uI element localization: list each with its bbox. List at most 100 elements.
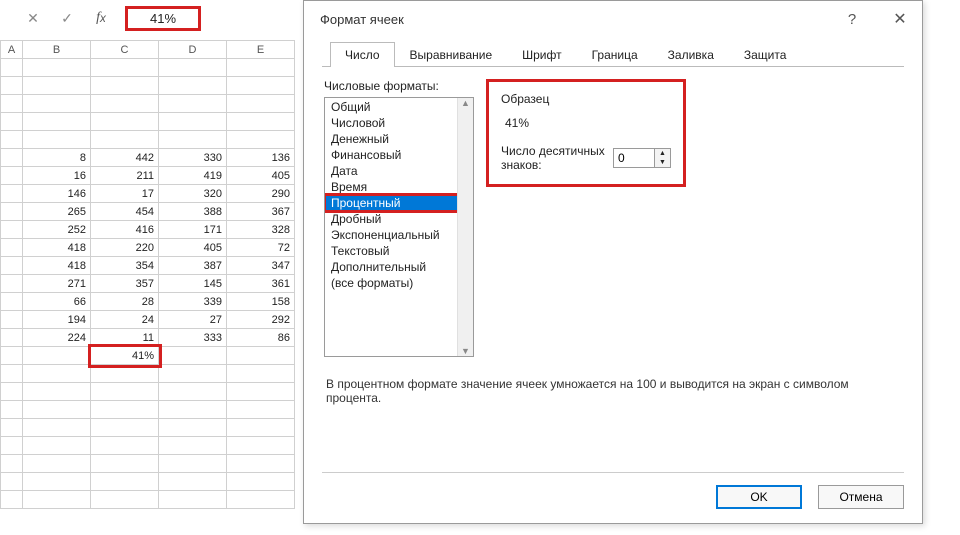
format-option[interactable]: Дробный [325, 211, 473, 227]
cell[interactable] [23, 113, 91, 131]
tab-заливка[interactable]: Заливка [653, 42, 729, 67]
cell[interactable] [1, 239, 23, 257]
cell[interactable] [91, 77, 159, 95]
cell[interactable] [227, 59, 295, 77]
cell[interactable]: 320 [159, 185, 227, 203]
cell[interactable] [23, 437, 91, 455]
cell[interactable]: 416 [91, 221, 159, 239]
cell[interactable] [91, 113, 159, 131]
cell[interactable] [1, 95, 23, 113]
cell[interactable]: 418 [23, 257, 91, 275]
number-formats-listbox[interactable]: ОбщийЧисловойДенежныйФинансовыйДатаВремя… [324, 97, 474, 357]
cell[interactable]: 357 [91, 275, 159, 293]
cell[interactable]: 8 [23, 149, 91, 167]
cell[interactable] [23, 383, 91, 401]
format-option[interactable]: Денежный [325, 131, 473, 147]
cell[interactable]: 145 [159, 275, 227, 293]
cell[interactable]: 41% [91, 347, 159, 365]
cell[interactable] [1, 149, 23, 167]
cell[interactable] [23, 131, 91, 149]
cell[interactable] [227, 437, 295, 455]
cell[interactable] [91, 401, 159, 419]
cell[interactable] [159, 491, 227, 509]
cell[interactable]: 16 [23, 167, 91, 185]
cancel-button[interactable]: Отмена [818, 485, 904, 509]
cell[interactable] [1, 401, 23, 419]
cell[interactable]: 28 [91, 293, 159, 311]
format-option[interactable]: Экспоненциальный [325, 227, 473, 243]
cell[interactable]: 220 [91, 239, 159, 257]
cell[interactable] [91, 383, 159, 401]
cell[interactable]: 367 [227, 203, 295, 221]
cell[interactable]: 419 [159, 167, 227, 185]
cell[interactable] [1, 437, 23, 455]
format-option[interactable]: (все форматы) [325, 275, 473, 291]
cell[interactable] [159, 455, 227, 473]
cell[interactable]: 171 [159, 221, 227, 239]
cell[interactable] [23, 77, 91, 95]
cell[interactable]: 333 [159, 329, 227, 347]
cell[interactable]: 86 [227, 329, 295, 347]
cell[interactable]: 388 [159, 203, 227, 221]
cell[interactable] [227, 77, 295, 95]
column-header[interactable]: D [159, 41, 227, 59]
cell[interactable] [159, 365, 227, 383]
decimals-input[interactable] [614, 149, 654, 167]
cell[interactable] [23, 95, 91, 113]
cell[interactable]: 330 [159, 149, 227, 167]
cell[interactable] [91, 59, 159, 77]
column-header[interactable]: E [227, 41, 295, 59]
column-header[interactable]: C [91, 41, 159, 59]
cell[interactable]: 17 [91, 185, 159, 203]
close-icon[interactable]: ✕ [890, 9, 910, 29]
cell[interactable] [1, 491, 23, 509]
cell[interactable] [23, 59, 91, 77]
cell[interactable] [227, 383, 295, 401]
cell[interactable] [159, 59, 227, 77]
cell[interactable] [1, 419, 23, 437]
cell[interactable] [159, 473, 227, 491]
cell[interactable] [1, 185, 23, 203]
cancel-entry-icon[interactable]: ✕ [22, 7, 44, 29]
cell[interactable] [159, 77, 227, 95]
cell[interactable] [91, 419, 159, 437]
column-header[interactable]: B [23, 41, 91, 59]
cell[interactable] [91, 455, 159, 473]
cell[interactable] [159, 383, 227, 401]
column-header[interactable]: A [1, 41, 23, 59]
cell[interactable] [23, 455, 91, 473]
scroll-down-icon[interactable]: ▼ [461, 346, 470, 356]
cell[interactable] [23, 347, 91, 365]
cell[interactable] [227, 491, 295, 509]
cell[interactable] [227, 95, 295, 113]
fx-icon[interactable]: fx [90, 7, 112, 29]
cell[interactable]: 387 [159, 257, 227, 275]
scroll-up-icon[interactable]: ▲ [461, 98, 470, 108]
cell[interactable] [91, 95, 159, 113]
spinner-up-icon[interactable]: ▲ [655, 149, 670, 158]
cell[interactable] [227, 473, 295, 491]
cell[interactable] [1, 203, 23, 221]
cell[interactable]: 11 [91, 329, 159, 347]
ok-button[interactable]: OK [716, 485, 802, 509]
cell[interactable]: 27 [159, 311, 227, 329]
cell[interactable]: 405 [159, 239, 227, 257]
cell[interactable]: 339 [159, 293, 227, 311]
cell[interactable]: 72 [227, 239, 295, 257]
cell[interactable] [227, 113, 295, 131]
cell[interactable] [1, 455, 23, 473]
cell[interactable] [227, 365, 295, 383]
cell[interactable] [159, 419, 227, 437]
cell[interactable]: 271 [23, 275, 91, 293]
cell[interactable] [1, 77, 23, 95]
cell[interactable] [159, 95, 227, 113]
cell[interactable] [227, 419, 295, 437]
cell[interactable] [23, 419, 91, 437]
tab-шрифт[interactable]: Шрифт [507, 42, 576, 67]
cell[interactable]: 347 [227, 257, 295, 275]
accept-entry-icon[interactable]: ✓ [56, 7, 78, 29]
cell[interactable] [1, 113, 23, 131]
help-icon[interactable]: ? [842, 11, 862, 28]
cell[interactable]: 211 [91, 167, 159, 185]
cell[interactable] [159, 131, 227, 149]
